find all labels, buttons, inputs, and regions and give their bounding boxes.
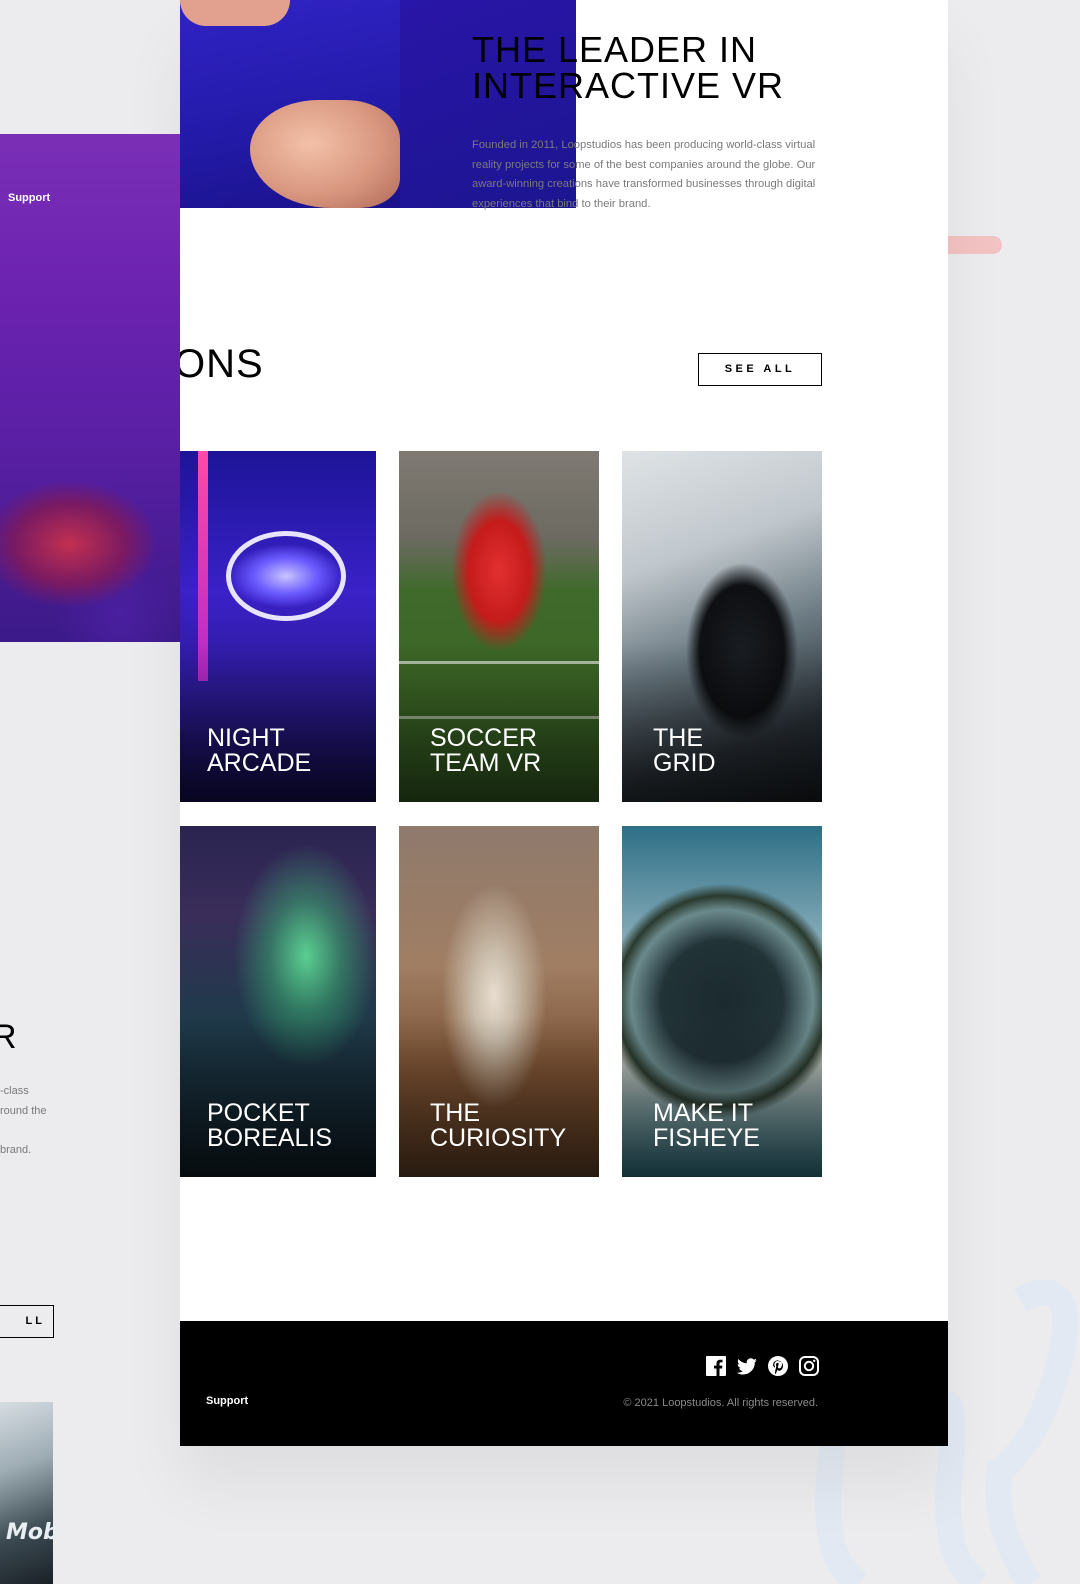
about-description: Founded in 2011, Loopstudios has been pr… xyxy=(472,139,816,210)
mobile-hero-image: Support xyxy=(0,134,180,642)
mobile-text-fragment: -class round the brand. xyxy=(0,1085,47,1156)
creations-heading: ONS xyxy=(180,342,264,386)
card-label: POCKET BOREALIS xyxy=(207,1099,333,1152)
creation-card-night-arcade[interactable]: NIGHT ARCADE xyxy=(180,451,376,802)
card-label: THE GRID xyxy=(653,724,716,777)
footer: Support © 2021 Loopstudios. All rights r… xyxy=(180,1321,948,1446)
see-all-button[interactable]: SEE ALL xyxy=(698,353,822,386)
card-label: SOCCER TEAM VR xyxy=(430,724,542,777)
facebook-icon[interactable] xyxy=(706,1356,726,1376)
about-section: THE LEADER IN INTERACTIVE VR Founded in … xyxy=(472,32,832,214)
creation-card-make-it-fisheye[interactable]: MAKE IT FISHEYE xyxy=(622,826,822,1177)
creation-card-the-grid[interactable]: THE GRID xyxy=(622,451,822,802)
footer-link-support[interactable]: Support xyxy=(206,1395,248,1407)
card-label: NIGHT ARCADE xyxy=(207,724,312,777)
card-label: MAKE IT FISHEYE xyxy=(653,1099,760,1152)
creation-card-pocket-borealis[interactable]: POCKET BOREALIS xyxy=(180,826,376,1177)
mobile-nav-support[interactable]: Support xyxy=(8,192,50,204)
social-links xyxy=(706,1356,819,1376)
mobile-card-fragment[interactable]: Mob xyxy=(0,1402,59,1584)
creation-card-soccer-team-vr[interactable]: SOCCER TEAM VR xyxy=(399,451,599,802)
desktop-page: THE LEADER IN INTERACTIVE VR Founded in … xyxy=(180,0,948,1446)
about-title: THE LEADER IN INTERACTIVE VR xyxy=(472,29,785,106)
mobile-see-all-button[interactable]: LL xyxy=(0,1305,54,1338)
twitter-icon[interactable] xyxy=(736,1356,757,1376)
instagram-icon[interactable] xyxy=(799,1356,819,1376)
pinterest-icon[interactable] xyxy=(768,1356,788,1376)
copyright-text: © 2021 Loopstudios. All rights reserved. xyxy=(623,1397,818,1409)
card-label: THE CURIOSITY xyxy=(430,1099,567,1152)
mobile-title-fragment: R xyxy=(0,1018,17,1056)
creation-card-the-curiosity[interactable]: THE CURIOSITY xyxy=(399,826,599,1177)
